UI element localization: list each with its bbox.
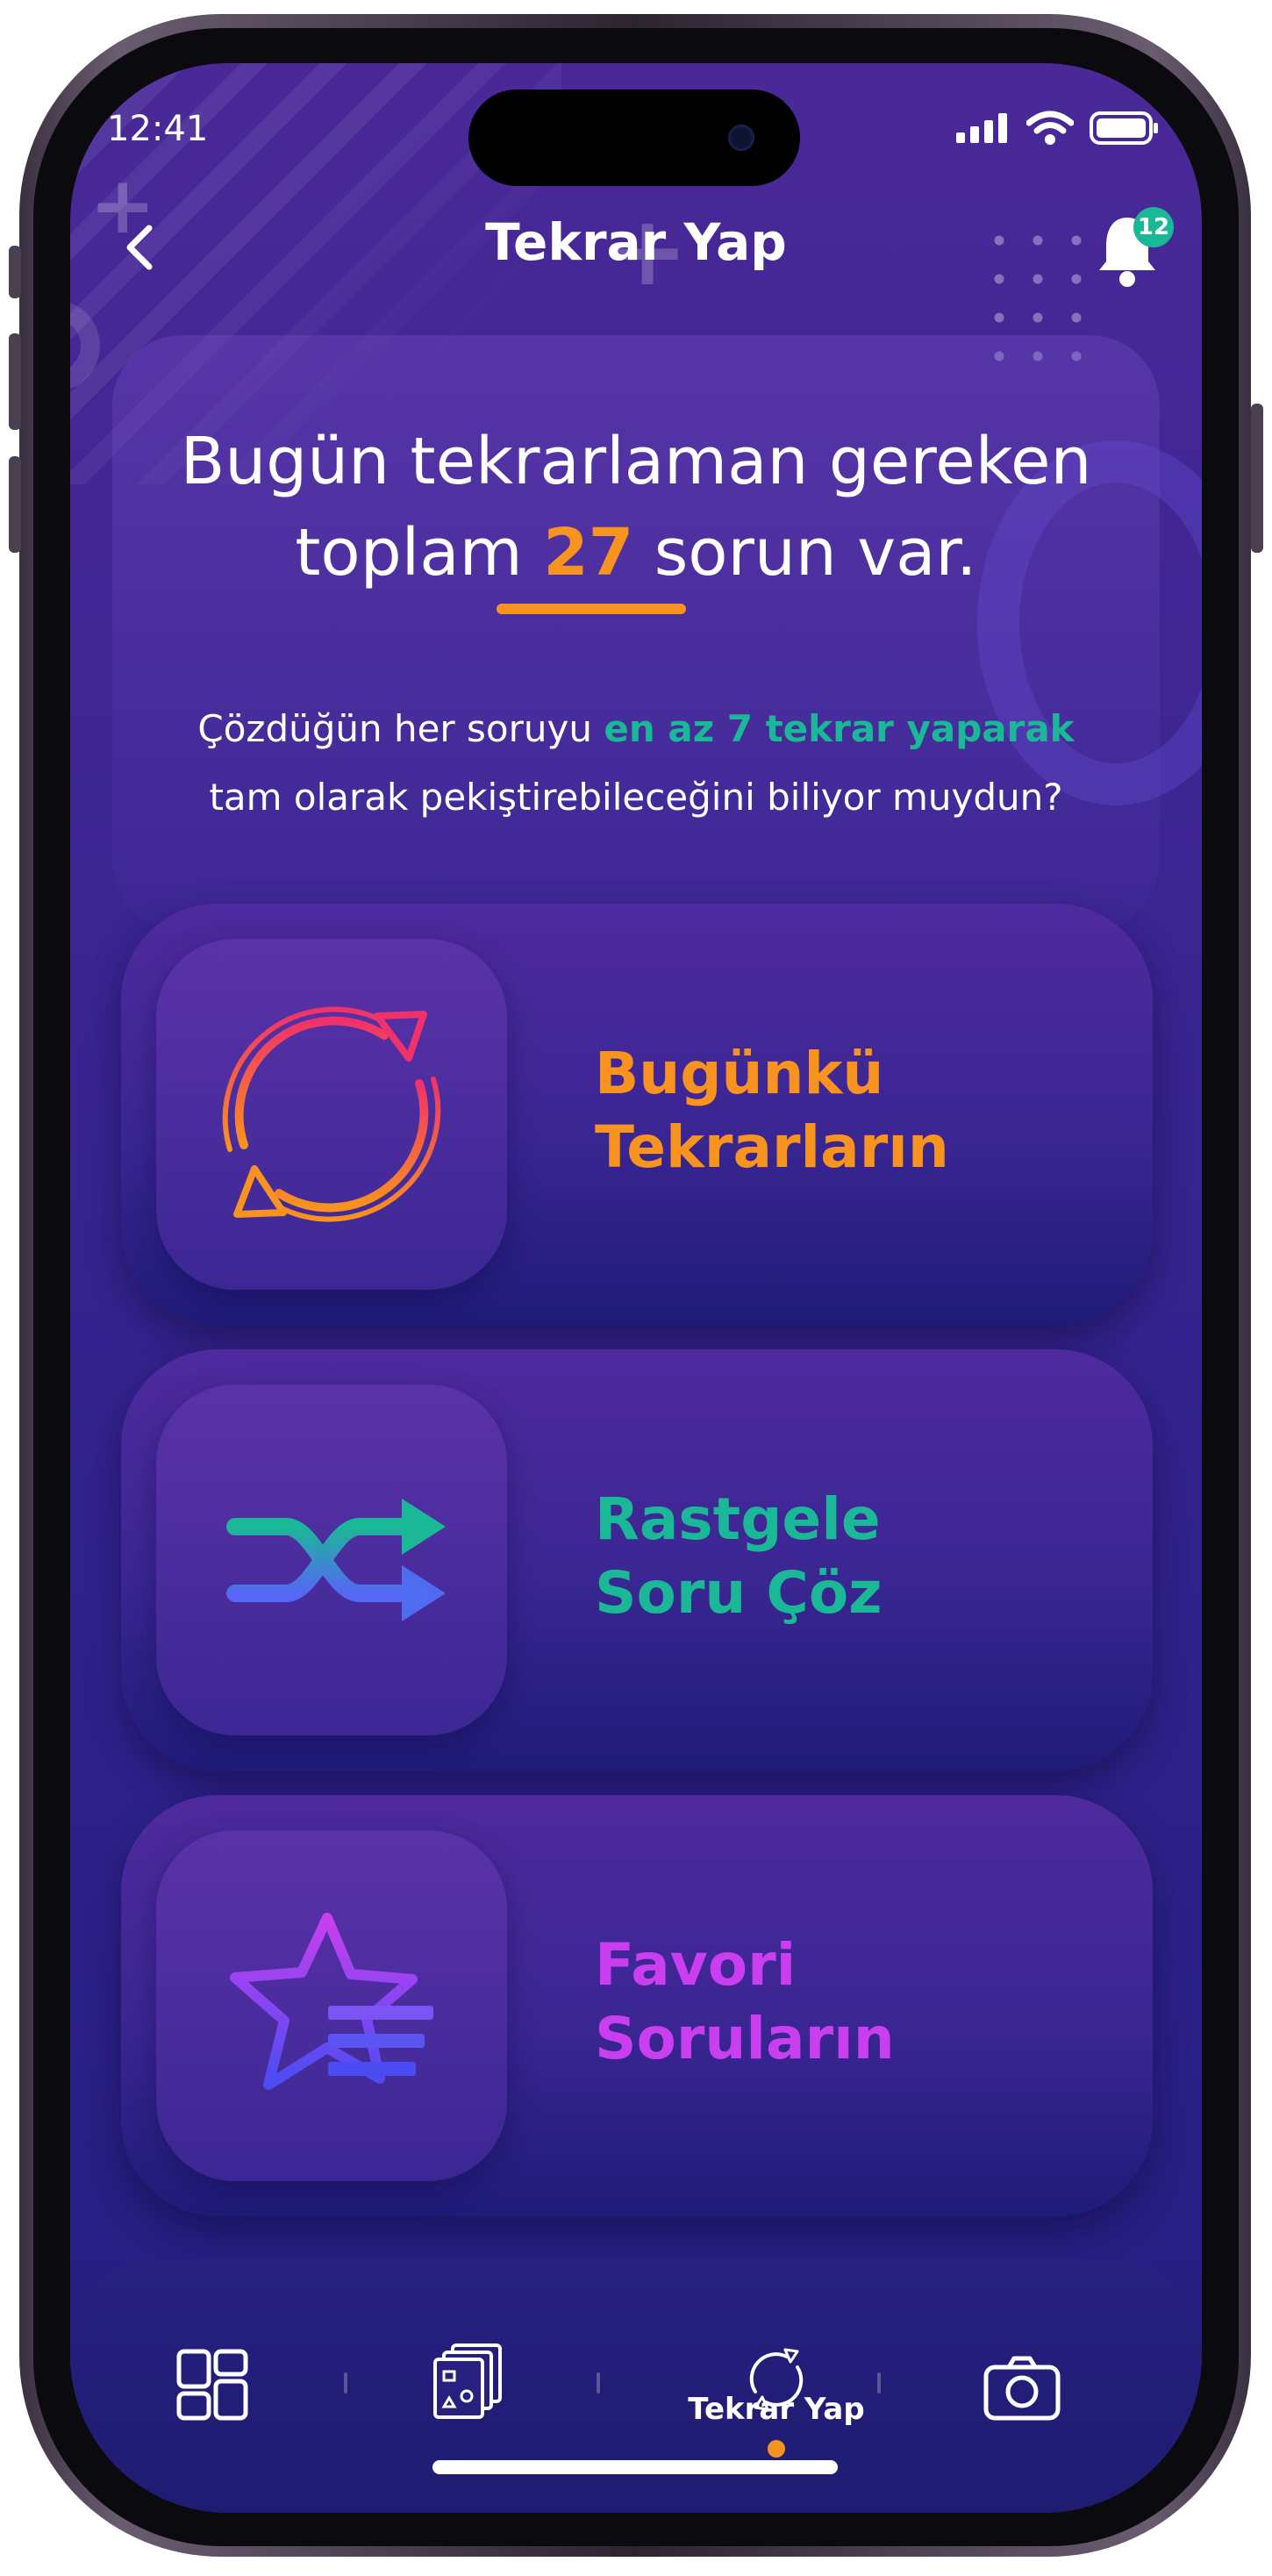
nav-separator [597,2372,600,2394]
dashboard-icon[interactable] [175,2323,249,2446]
home-indicator[interactable] [432,2460,838,2474]
label-line1: Rastgele [595,1485,881,1553]
card-label: Bugünkü Tekrarların [595,1037,949,1184]
favorite-questions-card[interactable]: Favori Soruların [121,1795,1153,2216]
star-list-icon [230,1913,433,2090]
app-header: Tekrar Yap 12 [70,195,1202,291]
tip-line1: Çözdüğün her soruyu en az 7 tekrar yapar… [70,695,1202,763]
status-time: 12:41 [107,109,209,149]
wifi-icon [1026,111,1074,145]
label-line2: Soru Çöz [595,1559,883,1627]
camera-icon[interactable] [983,2327,1061,2450]
nav-separator [877,2372,881,2394]
headline-line1: Bugün tekrarlaman gereken [180,424,1092,499]
card-label: Favori Soruların [595,1928,895,2076]
todays-reviews-card[interactable]: Bugünkü Tekrarların [121,904,1153,1325]
label-line2: Soruların [595,2005,895,2072]
headline-line2: toplam 27 sorun var. [70,507,1202,598]
tip-highlight: en az 7 tekrar yaparak [604,707,1075,750]
tip-line2: tam olarak pekiştirebileceğini biliyor m… [209,776,1063,819]
headline-underline [497,604,686,614]
active-tab-label: Tekrar Yap [688,2392,865,2427]
active-tab-indicator [768,2440,785,2458]
notification-badge: 12 [1133,207,1174,247]
cellular-signal-icon [956,113,1007,143]
app-screen: + + 12:41 Tekrar Yap 12 Bugün tekrarlama… [70,63,1202,2513]
headline-prefix: toplam [295,515,544,590]
front-camera [728,125,754,151]
label-line1: Bugünkü [595,1040,884,1107]
icon-tile [156,1385,507,1735]
daily-review-headline: Bugün tekrarlaman gereken toplam 27 soru… [70,416,1202,598]
random-question-card[interactable]: Rastgele Soru Çöz [121,1349,1153,1771]
shuffle-icon [226,1499,446,1621]
card-label: Rastgele Soru Çöz [595,1483,883,1630]
page-title: Tekrar Yap [485,212,787,272]
action-button [9,246,21,298]
label-line1: Favori [595,1931,797,1999]
icon-tile [156,1830,507,2181]
volume-down-button [9,456,21,553]
headline-suffix: sorun var. [633,515,977,590]
volume-up-button [9,333,21,430]
refresh-cycle-icon [222,1006,441,1222]
tip-text: Çözdüğün her soruyu en az 7 tekrar yapar… [70,695,1202,832]
label-line2: Tekrarların [595,1113,949,1181]
status-icons [956,111,1160,146]
power-button [1251,404,1263,553]
nav-separator [344,2372,347,2394]
battery-icon [1090,111,1158,145]
icon-tile [156,939,507,1290]
question-count: 27 [543,515,634,590]
question-cards-icon[interactable] [432,2320,505,2443]
tip-prefix: Çözdüğün her soruyu [197,707,604,750]
